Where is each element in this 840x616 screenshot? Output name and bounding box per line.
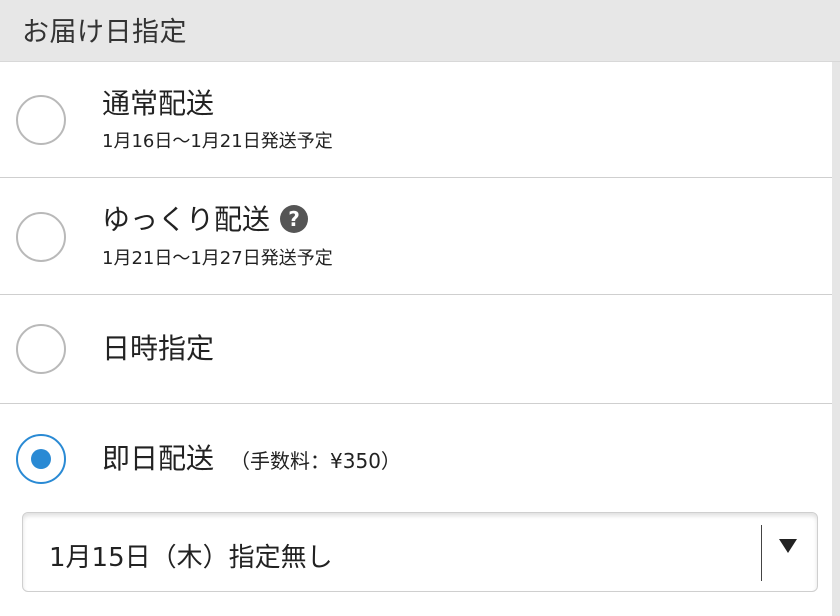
option-label: 即日配送: [102, 442, 215, 475]
option-slow-delivery[interactable]: ゆっくり配送? 1月21日〜1月27日発送予定: [0, 178, 832, 295]
radio-selected-dot: [31, 449, 51, 469]
option-ship-date: 1月21日〜1月27日発送予定: [102, 248, 333, 269]
option-label: ゆっくり配送: [102, 203, 271, 236]
option-label: 日時指定: [102, 332, 215, 365]
delivery-date-select[interactable]: 1月15日（木）指定無し: [22, 512, 818, 592]
section-title: お届け日指定: [22, 17, 187, 48]
dropdown-arrow-icon[interactable]: [779, 539, 797, 553]
option-fee: （手数料：¥350）: [230, 449, 401, 473]
select-value: 1月15日（木）指定無し: [49, 543, 333, 573]
option-date-time[interactable]: 日時指定: [0, 295, 832, 404]
scrollbar-track[interactable]: [832, 62, 840, 616]
radio-standard-delivery[interactable]: [16, 95, 66, 145]
select-divider: [761, 525, 762, 581]
radio-date-time[interactable]: [16, 324, 66, 374]
option-ship-date: 1月16日〜1月21日発送予定: [102, 131, 333, 152]
delivery-date-page: お届け日指定 通常配送 1月16日〜1月21日発送予定 ゆっくり配送? 1月21…: [0, 0, 840, 616]
section-header: お届け日指定: [0, 0, 840, 62]
option-label: 通常配送: [102, 87, 215, 120]
radio-slow-delivery[interactable]: [16, 212, 66, 262]
radio-same-day-delivery[interactable]: [16, 434, 66, 484]
question-circle-icon[interactable]: ?: [280, 205, 309, 233]
option-standard-delivery[interactable]: 通常配送 1月16日〜1月21日発送予定: [0, 62, 832, 178]
